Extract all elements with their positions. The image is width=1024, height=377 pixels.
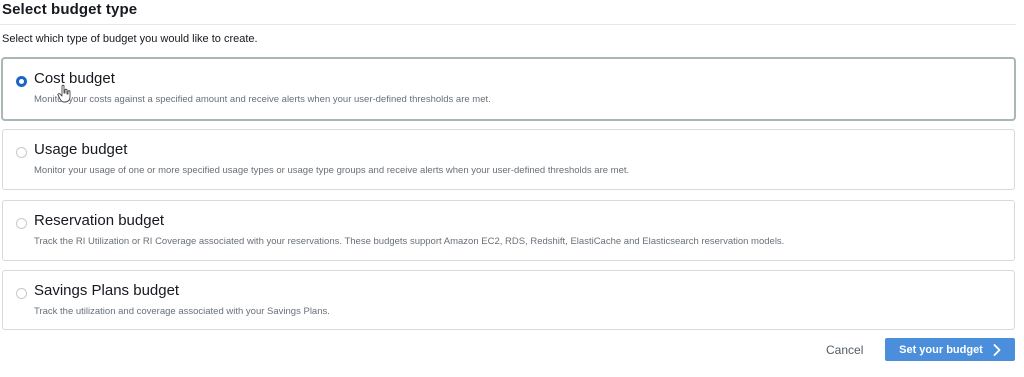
page-subtitle: Select which type of budget you would li… xyxy=(2,33,258,45)
budget-option-savings-plans[interactable]: Savings Plans budget Track the utilizati… xyxy=(2,270,1015,330)
set-your-budget-label: Set your budget xyxy=(899,343,983,356)
hand-cursor-icon xyxy=(57,84,71,103)
budget-option-reservation[interactable]: Reservation budget Track the RI Utilizat… xyxy=(2,200,1015,261)
option-label: Reservation budget xyxy=(34,212,165,229)
page-title: Select budget type xyxy=(2,1,138,18)
chevron-right-icon xyxy=(993,343,1001,356)
set-your-budget-button[interactable]: Set your budget xyxy=(885,338,1015,361)
radio-savings-plans-budget[interactable] xyxy=(16,288,27,299)
radio-reservation-budget[interactable] xyxy=(16,218,27,229)
option-description: Track the utilization and coverage assoc… xyxy=(34,306,330,317)
radio-cost-budget[interactable] xyxy=(16,76,27,87)
option-description: Monitor your costs against a specified a… xyxy=(34,94,491,105)
option-label: Cost budget xyxy=(34,70,115,87)
option-description: Monitor your usage of one or more specif… xyxy=(34,165,630,176)
option-label: Savings Plans budget xyxy=(34,282,180,299)
title-divider xyxy=(0,24,1016,25)
option-label: Usage budget xyxy=(34,141,128,158)
cancel-button[interactable]: Cancel xyxy=(818,339,871,361)
budget-option-cost[interactable]: Cost budget Monitor your costs against a… xyxy=(2,58,1015,120)
select-budget-type-page: Select budget type Select which type of … xyxy=(0,0,1024,377)
radio-usage-budget[interactable] xyxy=(16,147,27,158)
budget-option-usage[interactable]: Usage budget Monitor your usage of one o… xyxy=(2,129,1015,190)
option-description: Track the RI Utilization or RI Coverage … xyxy=(34,236,785,247)
